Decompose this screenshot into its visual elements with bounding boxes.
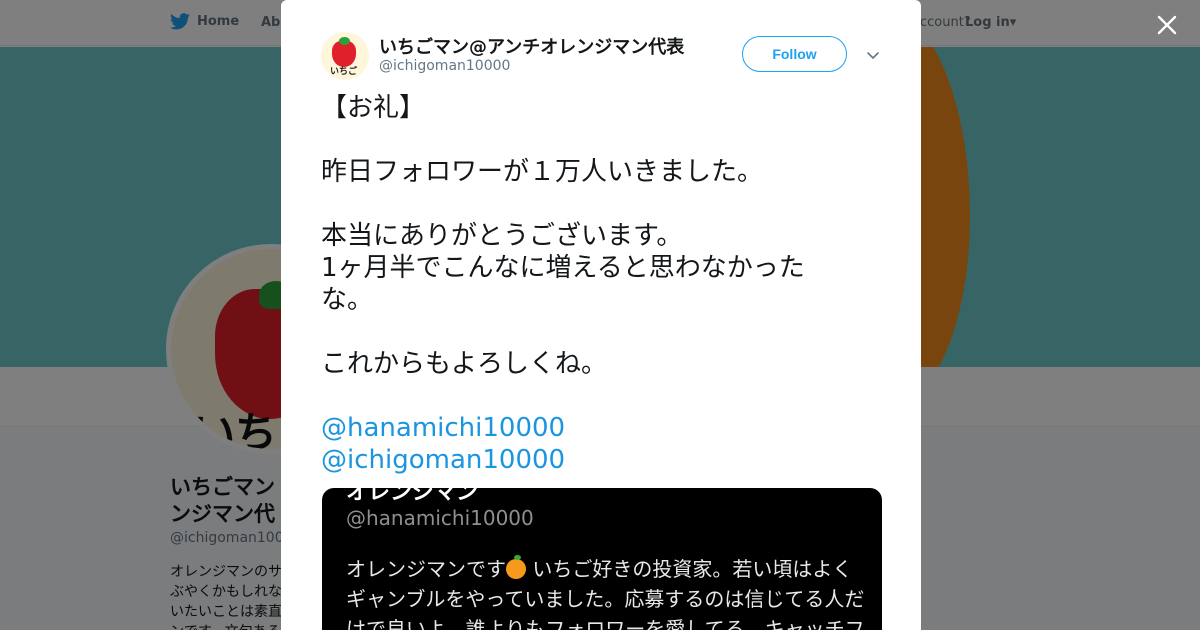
tweet-line: 【お礼】 xyxy=(321,93,426,123)
follow-button[interactable]: Follow xyxy=(742,36,847,72)
more-options-button[interactable] xyxy=(865,47,881,63)
tweet-line xyxy=(321,188,861,220)
media-cut-title: オレンジマン xyxy=(346,488,479,505)
tweet-author-avatar[interactable]: いちご xyxy=(321,32,369,80)
mention-link[interactable]: @ichigoman10000 xyxy=(321,444,861,476)
close-button[interactable] xyxy=(1154,12,1180,38)
chevron-down-icon xyxy=(867,52,879,59)
tweet-media-image[interactable]: オレンジマン @hanamichi10000 オレンジマンです いちご好きの投資… xyxy=(322,488,882,630)
tweet-modal: いちご いちごマン@アンチオレンジマン代表 @ichigoman10000 Fo… xyxy=(281,0,921,630)
tweet-line xyxy=(321,124,861,156)
avatar-text: いちご xyxy=(330,67,358,77)
tweet-text: 【お礼】 昨日フォロワーが１万人いきました。 本当にありがとうございます。 1ヶ… xyxy=(321,92,861,476)
mention-link[interactable]: @hanamichi10000 xyxy=(321,412,861,444)
tweet-line: な。 xyxy=(321,285,374,315)
media-bio: オレンジマンです いちご好きの投資家。若い頃はよくギャンブルをやっていました。応… xyxy=(346,554,866,630)
media-bio-prefix: オレンジマンです xyxy=(346,557,506,581)
close-icon xyxy=(1157,15,1177,35)
tweet-line: これからもよろしくね。 xyxy=(321,349,608,379)
tweet-line xyxy=(321,316,861,348)
media-handle: @hanamichi10000 xyxy=(346,506,534,530)
strawberry-leaf xyxy=(339,37,350,45)
tweet-author-name[interactable]: いちごマン@アンチオレンジマン代表 xyxy=(379,33,684,59)
tweet-line: 1ヶ月半でこんなに増えると思わなかった xyxy=(321,253,805,283)
tweet-line: 本当にありがとうございます。 xyxy=(321,221,683,251)
tweet-author-username[interactable]: @ichigoman10000 xyxy=(379,58,510,74)
tweet-line: 昨日フォロワーが１万人いきました。 xyxy=(321,157,764,187)
tweet-line xyxy=(321,380,861,412)
orange-emoji-icon xyxy=(506,555,526,579)
